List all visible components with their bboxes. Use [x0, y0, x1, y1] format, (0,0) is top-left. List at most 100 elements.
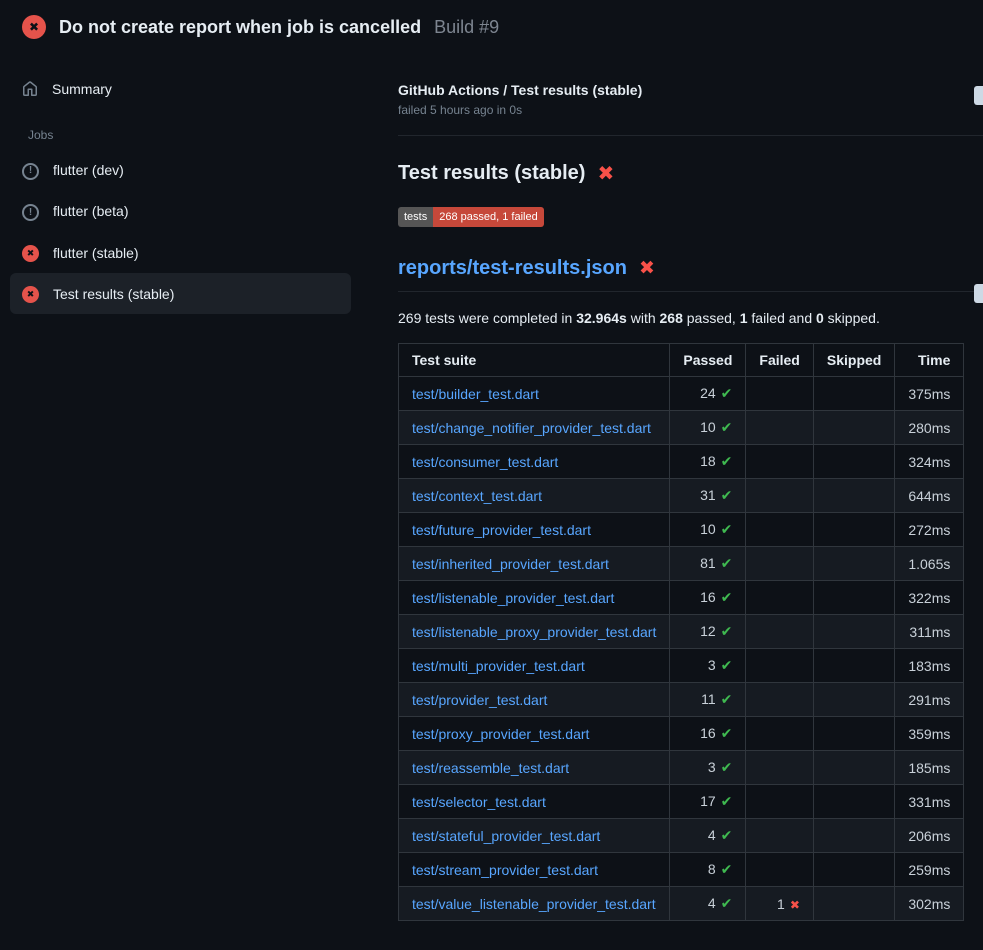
x-glyph: ✖	[29, 21, 39, 33]
test-suite-link[interactable]: test/change_notifier_provider_test.dart	[412, 420, 651, 436]
skipped-cell	[813, 819, 894, 853]
build-failed-status-icon: ✖	[22, 15, 46, 39]
passed-cell: 8✔	[670, 853, 746, 887]
table-row: test/listenable_provider_test.dart 16✔ ✖…	[399, 581, 964, 615]
badge-label: tests	[398, 207, 433, 227]
skipped-cell	[813, 887, 894, 921]
column-header-skipped: Skipped	[813, 344, 894, 377]
sidebar-item-summary[interactable]: Summary	[10, 70, 351, 108]
test-suite-link[interactable]: test/listenable_provider_test.dart	[412, 590, 614, 606]
summary-passed-count: 268	[660, 310, 683, 326]
time-cell: 185ms	[895, 751, 964, 785]
column-header-passed: Passed	[670, 344, 746, 377]
sidebar-job-flutter-beta[interactable]: ! flutter (beta)	[10, 191, 351, 233]
test-suite-cell: test/stateful_provider_test.dart	[399, 819, 670, 853]
sidebar-job-test-results-stable[interactable]: ✖ Test results (stable)	[10, 273, 351, 314]
failed-cell: ✖	[746, 377, 813, 411]
passed-cell: 16✔	[670, 581, 746, 615]
test-suite-cell: test/builder_test.dart	[399, 377, 670, 411]
failed-cell: ✖	[746, 547, 813, 581]
passed-count: 18	[700, 453, 716, 469]
passed-count: 3	[708, 759, 716, 775]
test-suite-link[interactable]: test/selector_test.dart	[412, 794, 546, 810]
skipped-cell	[813, 717, 894, 751]
check-icon: ✔	[721, 419, 733, 435]
time-cell: 324ms	[895, 445, 964, 479]
table-row: test/value_listenable_provider_test.dart…	[399, 887, 964, 921]
column-header-failed: Failed	[746, 344, 813, 377]
test-suite-link[interactable]: test/context_test.dart	[412, 488, 542, 504]
failed-count: 1	[777, 896, 785, 912]
passed-cell: 10✔	[670, 513, 746, 547]
time-cell: 1.065s	[895, 547, 964, 581]
passed-count: 4	[708, 895, 716, 911]
test-suite-link[interactable]: test/value_listenable_provider_test.dart	[412, 896, 656, 912]
test-suite-link[interactable]: test/consumer_test.dart	[412, 454, 558, 470]
skipped-cell	[813, 581, 894, 615]
test-suite-cell: test/inherited_provider_test.dart	[399, 547, 670, 581]
tests-status-badge: tests 268 passed, 1 failed	[398, 207, 544, 227]
time-cell: 302ms	[895, 887, 964, 921]
check-icon: ✔	[721, 623, 733, 639]
test-suite-link[interactable]: test/listenable_proxy_provider_test.dart	[412, 624, 656, 640]
test-suite-link[interactable]: test/stream_provider_test.dart	[412, 862, 598, 878]
check-icon: ✔	[721, 827, 733, 843]
passed-count: 31	[700, 487, 716, 503]
test-suite-link[interactable]: test/inherited_provider_test.dart	[412, 556, 609, 572]
time-value: 322ms	[908, 590, 950, 606]
build-number: Build #9	[434, 17, 499, 38]
jobs-list: ! flutter (dev) ! flutter (beta) ✖ flutt…	[10, 149, 351, 314]
failed-cell: ✖	[746, 581, 813, 615]
build-title: Do not create report when job is cancell…	[59, 17, 421, 38]
test-suite-link[interactable]: test/reassemble_test.dart	[412, 760, 569, 776]
summary-text: 269 tests were completed in	[398, 310, 576, 326]
table-row: test/builder_test.dart 24✔ ✖ 375ms	[399, 377, 964, 411]
test-suite-link[interactable]: test/proxy_provider_test.dart	[412, 726, 589, 742]
results-table: Test suite Passed Failed Skipped Time te…	[398, 343, 964, 921]
test-suite-link[interactable]: test/builder_test.dart	[412, 386, 539, 402]
test-suite-link[interactable]: test/stateful_provider_test.dart	[412, 828, 600, 844]
time-value: 311ms	[909, 624, 950, 640]
passed-cell: 11✔	[670, 683, 746, 717]
passed-count: 4	[708, 827, 716, 843]
sidebar-job-flutter-dev[interactable]: ! flutter (dev)	[10, 149, 351, 191]
report-file-link[interactable]: reports/test-results.json	[398, 257, 627, 280]
skipped-cell	[813, 649, 894, 683]
passed-cell: 81✔	[670, 547, 746, 581]
failed-cell: ✖	[746, 615, 813, 649]
summary-text: passed,	[683, 310, 740, 326]
breadcrumb: GitHub Actions / Test results (stable)	[398, 82, 983, 98]
test-suite-link[interactable]: test/provider_test.dart	[412, 692, 547, 708]
section-title-text: Test results (stable)	[398, 162, 585, 185]
sidebar-job-flutter-stable[interactable]: ✖ flutter (stable)	[10, 232, 351, 273]
failed-cell: ✖	[746, 411, 813, 445]
table-row: test/multi_provider_test.dart 3✔ ✖ 183ms	[399, 649, 964, 683]
time-cell: 291ms	[895, 683, 964, 717]
sidebar-job-label: flutter (beta)	[53, 203, 128, 219]
test-suite-cell: test/proxy_provider_test.dart	[399, 717, 670, 751]
failed-cell: ✖	[746, 819, 813, 853]
time-cell: 183ms	[895, 649, 964, 683]
table-row: test/future_provider_test.dart 10✔ ✖ 272…	[399, 513, 964, 547]
failed-status-icon: ✖	[22, 286, 39, 303]
failed-cell: ✖	[746, 479, 813, 513]
passed-cell: 3✔	[670, 649, 746, 683]
test-suite-link[interactable]: test/future_provider_test.dart	[412, 522, 591, 538]
failed-x-icon: ✖	[597, 164, 614, 184]
passed-count: 11	[701, 691, 716, 707]
summary-text: failed and	[748, 310, 817, 326]
test-suite-cell: test/selector_test.dart	[399, 785, 670, 819]
passed-cell: 24✔	[670, 377, 746, 411]
summary-duration: 32.964s	[576, 310, 627, 326]
check-icon: ✔	[721, 487, 733, 503]
time-cell: 359ms	[895, 717, 964, 751]
time-cell: 375ms	[895, 377, 964, 411]
results-table-head: Test suite Passed Failed Skipped Time	[399, 344, 964, 377]
job-status-icon-slot: ✖	[22, 243, 39, 262]
test-suite-link[interactable]: test/multi_provider_test.dart	[412, 658, 585, 674]
run-head: GitHub Actions / Test results (stable) f…	[370, 82, 983, 117]
column-header-time: Time	[895, 344, 964, 377]
passed-cell: 16✔	[670, 717, 746, 751]
time-cell: 280ms	[895, 411, 964, 445]
page-layout: Summary Jobs ! flutter (dev) ! flutter (…	[0, 52, 983, 921]
